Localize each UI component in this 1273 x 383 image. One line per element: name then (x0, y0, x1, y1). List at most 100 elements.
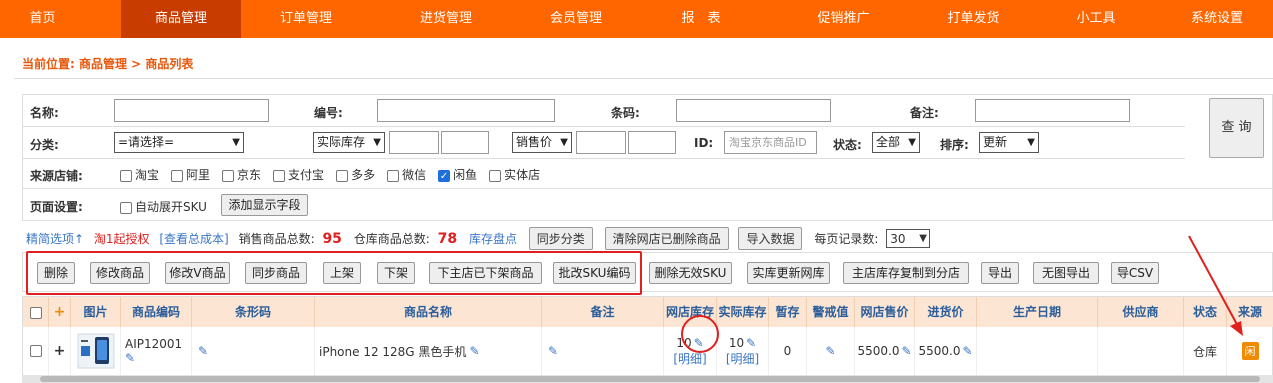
auto-expand-sku-label: 自动展开SKU (135, 200, 207, 214)
auto-expand-sku-checkbox[interactable]: 自动展开SKU (120, 198, 207, 215)
actual-stock-detail-link[interactable]: [明细] (726, 350, 759, 367)
checkbox-icon (387, 169, 400, 182)
copy-stock-to-branch-button[interactable]: 主店库存复制到分店 (843, 262, 969, 284)
code-input[interactable] (377, 99, 555, 122)
stock-max-input[interactable] (441, 131, 489, 154)
source-checkbox-2[interactable]: 京东 (222, 168, 261, 182)
price-value: 5500.0 (857, 344, 900, 358)
name-input[interactable] (114, 99, 269, 122)
category-select[interactable]: =请选择= ▼ (114, 132, 244, 153)
edit-pencil-icon[interactable]: ✎ (901, 344, 911, 358)
export-csv-button[interactable]: 导CSV (1111, 262, 1159, 284)
delete-invalid-sku-button[interactable]: 删除无效SKU (649, 262, 732, 284)
source-checkbox-4[interactable]: 多多 (336, 168, 375, 182)
select-all-checkbox[interactable] (29, 306, 42, 319)
nav-home[interactable]: 首页 (0, 0, 85, 38)
stock-select[interactable]: 实际库存 ▼ (313, 132, 385, 153)
header-expand[interactable]: + (49, 297, 71, 327)
edit-pencil-icon[interactable]: ✎ (548, 344, 558, 358)
clear-deleted-button[interactable]: 清除网店已删除商品 (604, 227, 729, 250)
filter-row-4: 页面设置: 自动展开SKU 添加显示字段 (23, 189, 1273, 221)
row-cost-cell: 5500.0 ✎ (915, 327, 977, 375)
edit-pencil-icon[interactable]: ✎ (125, 351, 135, 365)
taobao-auth-link[interactable]: 淘1起授权 (94, 230, 150, 247)
stock-select-value: 实际库存 (317, 135, 366, 149)
row-expand-toggle[interactable]: + (49, 327, 71, 375)
nav-promotion[interactable]: 促销推广 (771, 0, 916, 38)
edit-pencil-icon[interactable]: ✎ (694, 336, 704, 350)
stock-min-input[interactable] (389, 131, 439, 154)
source-checkbox-7[interactable]: 实体店 (489, 168, 540, 182)
add-field-button[interactable]: 添加显示字段 (221, 194, 308, 216)
horizontal-scrollbar[interactable] (22, 375, 1273, 383)
header-image: 图片 (71, 297, 121, 327)
import-button[interactable]: 导入数据 (738, 227, 803, 250)
product-thumbnail[interactable] (77, 333, 115, 369)
nav-shipping[interactable]: 打单发货 (916, 0, 1031, 38)
sort-label: 排序: (940, 138, 969, 152)
scrollbar-thumb[interactable] (40, 376, 1260, 382)
nav-orders[interactable]: 订单管理 (241, 0, 371, 38)
per-page-select[interactable]: 30 ▼ (886, 229, 931, 248)
header-barcode: 条形码 (192, 297, 315, 327)
export-no-image-button[interactable]: 无图导出 (1033, 262, 1099, 284)
source-label-1: 阿里 (186, 168, 211, 182)
row-production-date-cell (977, 327, 1098, 375)
online-stock-detail-link[interactable]: [明细] (673, 350, 706, 367)
status-select[interactable]: 全部 ▼ (872, 132, 920, 153)
info-bar: 精简选项↑ 淘1起授权 [查看总成本] 销售商品总数: 95 仓库商品总数: 7… (26, 227, 931, 250)
sort-select[interactable]: 更新 ▼ (979, 132, 1039, 153)
category-label: 分类: (30, 138, 59, 152)
header-status: 状态 (1184, 297, 1227, 327)
source-badge: 闲 (1241, 342, 1259, 360)
source-checkbox-1[interactable]: 阿里 (171, 168, 210, 182)
nav-reports[interactable]: 报 表 (631, 0, 771, 38)
view-cost-link[interactable]: [查看总成本] (159, 230, 228, 247)
price-max-input[interactable] (628, 131, 676, 154)
nav-settings[interactable]: 系统设置 (1161, 0, 1273, 38)
checkbox-icon (336, 169, 349, 182)
top-nav: 首页 商品管理 订单管理 进货管理 会员管理 报 表 促销推广 打单发货 小工具… (0, 0, 1273, 38)
price-select[interactable]: 销售价 ▼ (512, 132, 572, 153)
checkbox-icon (273, 169, 286, 182)
checkbox-icon (120, 201, 132, 214)
query-button[interactable]: 查 询 (1209, 98, 1264, 158)
source-checkbox-0[interactable]: 淘宝 (120, 168, 159, 182)
row-source-cell: 闲 (1227, 327, 1273, 375)
edit-pencil-icon[interactable]: ✎ (962, 344, 972, 358)
source-checkbox-5[interactable]: 微信 (387, 168, 426, 182)
warehouse-total-value: 78 (437, 230, 458, 247)
sales-total-value: 95 (322, 230, 342, 247)
nav-purchase[interactable]: 进货管理 (371, 0, 521, 38)
source-checkbox-3[interactable]: 支付宝 (273, 168, 324, 182)
remark-input[interactable] (975, 99, 1130, 122)
update-online-stock-button[interactable]: 实库更新网库 (747, 262, 830, 284)
edit-pencil-icon[interactable]: ✎ (746, 336, 756, 350)
nav-members[interactable]: 会员管理 (521, 0, 631, 38)
source-checkboxes: 淘宝 阿里 京东 支付宝 多多 微信 ✓ 闲鱼 实体店 (120, 166, 552, 183)
chevron-down-icon: ▼ (373, 137, 381, 148)
edit-pencil-icon[interactable]: ✎ (198, 344, 208, 358)
edit-pencil-icon[interactable]: ✎ (469, 344, 479, 358)
barcode-input[interactable] (676, 99, 831, 122)
warehouse-total-label: 仓库商品总数: (353, 232, 430, 246)
filter-row-2: 分类: =请选择= ▼ 实际库存 ▼ 销售价 ▼ ID: 淘宝京东商品ID 状态: 全… (23, 127, 1185, 159)
price-min-input[interactable] (576, 131, 626, 154)
inventory-check-link[interactable]: 库存盘点 (469, 230, 517, 247)
cost-value: 5500.0 (918, 344, 961, 358)
edit-pencil-icon[interactable]: ✎ (825, 344, 835, 358)
header-alert: 警戒值 (807, 297, 855, 327)
price-select-value: 销售价 (516, 135, 553, 149)
code-label: 编号: (314, 106, 343, 120)
sync-category-button[interactable]: 同步分类 (528, 227, 593, 250)
row-checkbox[interactable] (29, 345, 42, 357)
header-production-date: 生产日期 (977, 297, 1098, 327)
row-status-cell: 仓库 (1184, 327, 1227, 375)
nav-tools[interactable]: 小工具 (1031, 0, 1161, 38)
export-button[interactable]: 导出 (981, 262, 1019, 284)
id-input[interactable]: 淘宝京东商品ID (724, 131, 817, 154)
checkbox-icon (222, 169, 235, 182)
nav-products[interactable]: 商品管理 (121, 0, 241, 38)
source-checkbox-6[interactable]: ✓ 闲鱼 (438, 168, 477, 182)
simple-options-link[interactable]: 精简选项↑ (26, 230, 84, 247)
